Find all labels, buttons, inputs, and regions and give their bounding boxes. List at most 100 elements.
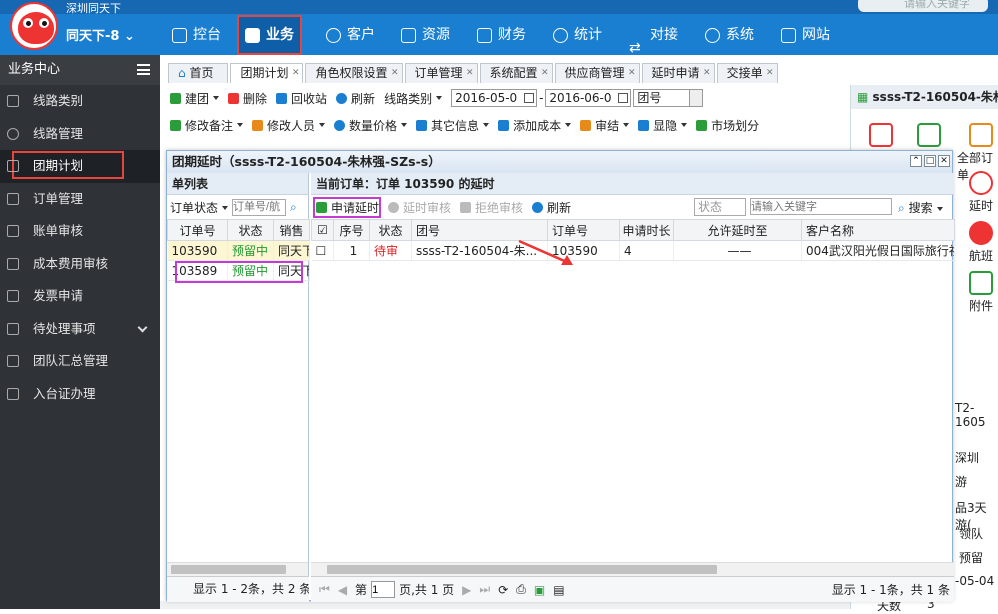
close-icon[interactable]: ✕ [292,64,300,83]
delay-audit-button[interactable]: 延时审核 [388,199,451,216]
route-type-dropdown[interactable]: 线路类别 [384,90,442,107]
delete-button[interactable]: 删除 [228,90,267,107]
nav-kongtai[interactable]: 控台 [172,15,221,55]
top-strip [0,0,998,14]
summary-icon [7,355,19,367]
edit-staff-button[interactable]: 修改人员 [252,117,325,134]
columns-icon[interactable]: ▤ [553,583,564,597]
search-icon[interactable]: ⌕ [290,200,297,215]
maximize-icon[interactable]: □ [924,155,936,167]
sidebar-item-tuanqijihua[interactable]: 团期计划 [0,150,160,183]
col-order[interactable]: 订单号 [547,219,620,241]
sidebar-item-zhangdanshenhe[interactable]: 账单审核 [0,215,160,248]
nav-tongji[interactable]: 统计 [553,15,602,55]
clipboard-icon[interactable] [917,123,941,147]
order-all-icon[interactable] [969,123,993,147]
collapse-menu-icon[interactable] [137,64,150,75]
select-all-checkbox[interactable]: ☑ [311,219,334,241]
nav-wangzhan[interactable]: 网站 [781,15,830,55]
nav-caiwu[interactable]: 财务 [477,15,526,55]
close-icon[interactable]: ✕ [391,64,399,83]
page-number-input[interactable] [371,581,396,598]
next-page-icon[interactable]: ▶ [462,583,471,597]
file-icon[interactable] [969,271,993,295]
user-menu[interactable]: 同天下-8 ⌄ [66,25,135,44]
close-icon[interactable]: ✕ [766,64,774,83]
left-scrollbar[interactable] [167,562,308,576]
nav-ziyuan[interactable]: 资源 [401,15,450,55]
tab-handover[interactable]: 交接单 ✕ [716,63,778,83]
search-field-select[interactable]: 团号 [633,89,704,107]
close-icon[interactable]: ✕ [628,64,636,83]
sidebar-item-tuanduihuizong[interactable]: 团队汇总管理 [0,345,160,378]
keyword-input[interactable] [750,198,892,215]
tab-supplier[interactable]: 供应商管理 ✕ [554,63,640,83]
refresh-button[interactable]: 刷新 [532,199,571,216]
edit-remark-button[interactable]: 修改备注 [170,117,243,134]
collapse-icon[interactable]: ⌃ [910,155,922,167]
delay-toolbar: 申请延时 延时审核 拒绝审核 刷新 状态 ⌕ 搜索 [311,195,954,219]
tab-delay-apply[interactable]: 延时申请 ✕ [641,63,715,83]
list-icon [7,95,19,107]
prev-page-icon[interactable]: ◀ [338,583,347,597]
show-hide-button[interactable]: 显隐 [638,117,687,134]
col-order-no[interactable]: 订单号 [167,219,228,241]
close-icon[interactable]: ✕ [703,64,711,83]
add-cost-button[interactable]: 添加成本 [498,117,571,134]
col-until[interactable]: 允许延时至 [673,219,802,241]
col-status[interactable]: 状态 [227,219,274,241]
tab-order-manage[interactable]: 订单管理 ✕ [404,63,478,83]
qty-price-button[interactable]: 数量价格 [334,117,407,134]
col-sales[interactable]: 销售 [273,219,310,241]
close-icon[interactable]: ✕ [466,64,474,83]
sidebar-item-daichuli[interactable]: 待处理事项 [0,313,160,346]
tab-tuanqijihua[interactable]: 团期计划 ✕ [230,63,304,83]
clock-icon[interactable] [969,171,993,195]
build-team-button[interactable]: 建团 [170,90,219,107]
col-customer[interactable]: 客户名称 [801,219,955,241]
market-division-button[interactable]: 市场划分 [696,117,759,134]
reject-audit-button[interactable]: 拒绝审核 [460,199,523,216]
col-tuan[interactable]: 团号 [411,219,548,241]
sidebar-item-dingdanguanli[interactable]: 订单管理 [0,183,160,216]
nav-xitong[interactable]: 系统 [705,15,754,55]
other-info-button[interactable]: 其它信息 [416,117,489,134]
sidebar-item-xianluguanli[interactable]: 线路管理 [0,118,160,151]
global-search-input[interactable]: 请输入关键字 [858,0,988,12]
order-search-input[interactable] [232,198,287,216]
sidebar-item-fapiaoshenqing[interactable]: 发票申请 [0,280,160,313]
table-row[interactable]: 103590 预留中 同天下 [167,240,310,261]
search-button[interactable]: ⌕ 搜索 [898,199,943,216]
sidebar-item-chengbenfeiyong[interactable]: 成本费用审核 [0,248,160,281]
tab-system-config[interactable]: 系统配置 ✕ [479,63,553,83]
col-seq[interactable]: 序号 [333,219,370,241]
close-audit-button[interactable]: 审结 [580,117,629,134]
tab-role-permission[interactable]: 角色权限设置 ✕ [305,63,403,83]
login-icon[interactable] [869,123,893,147]
print-icon[interactable]: ⎙ [516,582,526,597]
reload-icon[interactable]: ⟳ [498,583,508,597]
refresh-button[interactable]: 刷新 [336,90,375,107]
date-to-input[interactable]: 2016-06-0 [545,89,632,107]
row-checkbox[interactable]: ☐ [311,240,334,261]
close-icon[interactable]: ✕ [938,155,950,167]
nav-duijie[interactable]: ⇄ 对接 [629,15,678,56]
close-icon[interactable]: ✕ [541,64,549,83]
right-scrollbar[interactable] [311,562,954,576]
export-icon[interactable]: ▣ [534,583,545,597]
first-page-icon[interactable]: ⏮ [319,582,330,597]
sidebar-item-rutaizheng[interactable]: 入台证办理 [0,378,160,411]
col-duration[interactable]: 申请时长 [619,219,674,241]
sidebar-item-xianluleibie[interactable]: 线路类别 [0,85,160,118]
table-row[interactable]: ☐ 1 待审 ssss-T2-160504-朱... 103590 4 —— 0… [311,240,955,261]
nav-yewu[interactable]: 业务 [237,15,302,55]
col-status[interactable]: 状态 [369,219,412,241]
order-status-filter[interactable]: 订单状态 [170,199,228,216]
status-select[interactable]: 状态 [694,198,746,216]
plane-icon[interactable] [969,221,993,245]
recycle-bin-button[interactable]: 回收站 [276,90,327,107]
date-from-input[interactable]: 2016-05-0 [451,89,538,107]
tab-home[interactable]: ⌂ 首页 [168,63,229,83]
nav-kehu[interactable]: 客户 [326,15,375,55]
last-page-icon[interactable]: ⏭ [479,582,490,597]
